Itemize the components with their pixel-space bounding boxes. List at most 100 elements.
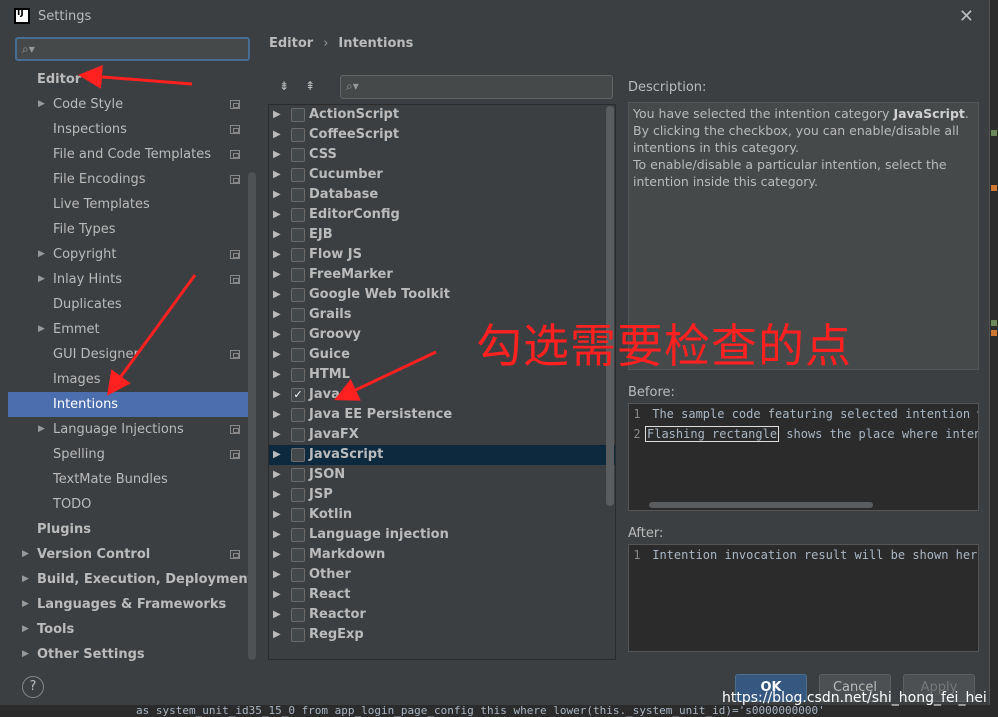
sidebar-item-inspections[interactable]: Inspections — [8, 117, 248, 142]
expand-triangle-icon[interactable]: ▶ — [273, 325, 281, 345]
chevron-right-icon[interactable]: ▶ — [38, 242, 45, 267]
sidebar-item-todo[interactable]: TODO — [8, 492, 248, 517]
sidebar-item-copyright[interactable]: ▶ Copyright — [8, 242, 248, 267]
intention-row[interactable]: ▶ JSON — [269, 465, 615, 485]
expand-triangle-icon[interactable]: ▶ — [273, 265, 281, 285]
expand-triangle-icon[interactable]: ▶ — [273, 105, 281, 125]
intention-checkbox[interactable] — [291, 428, 305, 442]
sidebar-item-file-encodings[interactable]: File Encodings — [8, 167, 248, 192]
expand-triangle-icon[interactable]: ▶ — [273, 165, 281, 185]
intentions-scrollbar[interactable] — [606, 106, 614, 506]
expand-triangle-icon[interactable]: ▶ — [273, 305, 281, 325]
intentions-filter-input[interactable]: ⌕▾ — [340, 75, 613, 99]
intention-row[interactable]: ▶ EJB — [269, 225, 615, 245]
intention-row[interactable]: ▶ React — [269, 585, 615, 605]
sidebar-item-gui-designer[interactable]: GUI Designer — [8, 342, 248, 367]
intention-checkbox[interactable] — [291, 228, 305, 242]
intention-checkbox[interactable] — [291, 368, 305, 382]
expand-all-icon[interactable]: ⇟ — [276, 78, 292, 94]
intention-checkbox[interactable] — [291, 188, 305, 202]
sidebar-item-build-execution-deployment[interactable]: ▶ Build, Execution, Deployment — [8, 567, 254, 592]
intention-checkbox[interactable] — [291, 268, 305, 282]
chevron-right-icon[interactable]: ▶ — [38, 317, 45, 342]
intention-checkbox[interactable] — [291, 208, 305, 222]
sidebar-item-textmate-bundles[interactable]: TextMate Bundles — [8, 467, 248, 492]
expand-triangle-icon[interactable]: ▶ — [273, 565, 281, 585]
expand-triangle-icon[interactable]: ▶ — [273, 205, 281, 225]
chevron-right-icon[interactable]: ▶ — [22, 567, 29, 592]
expand-triangle-icon[interactable]: ▶ — [273, 425, 281, 445]
intention-checkbox[interactable] — [291, 348, 305, 362]
intention-checkbox[interactable] — [291, 288, 305, 302]
intention-checkbox[interactable] — [291, 408, 305, 422]
sidebar-item-language-injections[interactable]: ▶ Language Injections — [8, 417, 248, 442]
intention-row[interactable]: ▶ JavaFX — [269, 425, 615, 445]
sidebar-item-duplicates[interactable]: Duplicates — [8, 292, 248, 317]
expand-triangle-icon[interactable]: ▶ — [273, 545, 281, 565]
sidebar-item-spelling[interactable]: Spelling — [8, 442, 248, 467]
intention-row[interactable]: ▶ Java EE Persistence — [269, 405, 615, 425]
intention-checkbox[interactable] — [291, 308, 305, 322]
sidebar-item-live-templates[interactable]: Live Templates — [8, 192, 248, 217]
chevron-right-icon[interactable]: ▶ — [22, 617, 29, 642]
help-button[interactable]: ? — [22, 676, 44, 698]
chevron-right-icon[interactable]: ▶ — [38, 92, 45, 117]
expand-triangle-icon[interactable]: ▶ — [273, 625, 281, 645]
intention-checkbox[interactable] — [291, 468, 305, 482]
sidebar-item-file-and-code-templates[interactable]: File and Code Templates — [8, 142, 248, 167]
expand-triangle-icon[interactable]: ▶ — [273, 465, 281, 485]
intention-checkbox[interactable] — [291, 168, 305, 182]
expand-triangle-icon[interactable]: ▶ — [273, 605, 281, 625]
intention-row[interactable]: ▶ Language injection — [269, 525, 615, 545]
sidebar-item-tools[interactable]: ▶ Tools — [8, 617, 248, 642]
intention-checkbox[interactable] — [291, 568, 305, 582]
intention-row[interactable]: ▶ FreeMarker — [269, 265, 615, 285]
sidebar-item-code-style[interactable]: ▶ Code Style — [8, 92, 248, 117]
sidebar-scrollbar[interactable] — [248, 172, 256, 660]
expand-triangle-icon[interactable]: ▶ — [273, 125, 281, 145]
sidebar-item-file-types[interactable]: File Types — [8, 217, 248, 242]
expand-triangle-icon[interactable]: ▶ — [273, 585, 281, 605]
intention-checkbox[interactable] — [291, 588, 305, 602]
intention-row[interactable]: ▶ Cucumber — [269, 165, 615, 185]
sidebar-item-languages-frameworks[interactable]: ▶ Languages & Frameworks — [8, 592, 248, 617]
expand-triangle-icon[interactable]: ▶ — [273, 405, 281, 425]
expand-triangle-icon[interactable]: ▶ — [273, 525, 281, 545]
expand-triangle-icon[interactable]: ▶ — [273, 365, 281, 385]
collapse-all-icon[interactable]: ⇞ — [302, 78, 318, 94]
intention-row[interactable]: ▶ CoffeeScript — [269, 125, 615, 145]
intention-row[interactable]: ▶ JavaScript — [269, 445, 615, 465]
expand-triangle-icon[interactable]: ▶ — [273, 505, 281, 525]
chevron-right-icon[interactable]: ▶ — [22, 542, 29, 567]
before-horizontal-scrollbar[interactable] — [649, 502, 873, 508]
chevron-right-icon[interactable]: ▶ — [38, 417, 45, 442]
expand-triangle-icon[interactable]: ▶ — [273, 285, 281, 305]
chevron-right-icon[interactable]: ▶ — [22, 642, 29, 667]
intention-row[interactable]: ▶ JSP — [269, 485, 615, 505]
intention-checkbox[interactable] — [291, 548, 305, 562]
sidebar-item-other-settings[interactable]: ▶ Other Settings — [8, 642, 248, 667]
intention-checkbox[interactable] — [291, 128, 305, 142]
intention-checkbox[interactable] — [291, 248, 305, 262]
expand-triangle-icon[interactable]: ▶ — [273, 385, 281, 405]
intention-checkbox[interactable] — [291, 448, 305, 462]
intention-row[interactable]: ▶ ✓ Java — [269, 385, 615, 405]
sidebar-item-images[interactable]: Images — [8, 367, 248, 392]
intention-checkbox[interactable]: ✓ — [291, 388, 305, 402]
breadcrumb-parent[interactable]: Editor — [269, 36, 313, 51]
intention-row[interactable]: ▶ RegExp — [269, 625, 615, 645]
intention-checkbox[interactable] — [291, 508, 305, 522]
intention-row[interactable]: ▶ EditorConfig — [269, 205, 615, 225]
intention-checkbox[interactable] — [291, 328, 305, 342]
intention-checkbox[interactable] — [291, 488, 305, 502]
sidebar-item-editor[interactable]: Editor — [8, 67, 248, 92]
sidebar-item-version-control[interactable]: ▶ Version Control — [8, 542, 248, 567]
expand-triangle-icon[interactable]: ▶ — [273, 445, 281, 465]
expand-triangle-icon[interactable]: ▶ — [273, 145, 281, 165]
sidebar-item-inlay-hints[interactable]: ▶ Inlay Hints — [8, 267, 248, 292]
intention-checkbox[interactable] — [291, 608, 305, 622]
intention-row[interactable]: ▶ Database — [269, 185, 615, 205]
sidebar-item-emmet[interactable]: ▶ Emmet — [8, 317, 248, 342]
expand-triangle-icon[interactable]: ▶ — [273, 345, 281, 365]
expand-triangle-icon[interactable]: ▶ — [273, 245, 281, 265]
